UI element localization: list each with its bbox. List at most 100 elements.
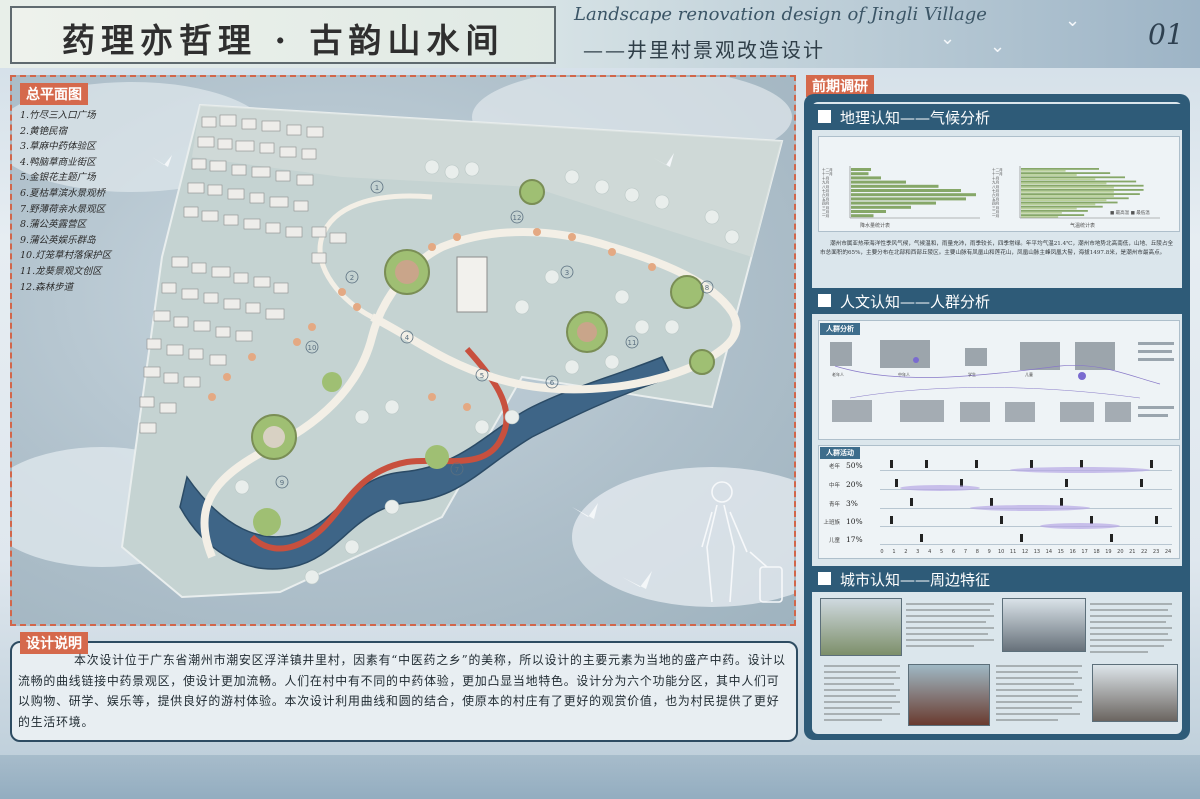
- precip-bar: [851, 214, 874, 218]
- legend-item: 9.蒲公英娱乐群岛: [20, 234, 96, 246]
- hour-tick: 13: [1034, 549, 1040, 555]
- group-percent: 17%: [846, 535, 863, 544]
- human-heading: 人文认知——人群分析: [812, 288, 1182, 314]
- zone-marker: 6: [550, 379, 555, 387]
- square-icon: [818, 572, 831, 585]
- city-heading: 城市认知——周边特征: [812, 566, 1182, 592]
- subtitle: ——井里村景观改造设计: [583, 38, 825, 62]
- legend-item: 11.龙葵景观文创区: [20, 265, 102, 277]
- hour-tick: 7: [964, 549, 967, 555]
- precip-bar: [851, 189, 961, 192]
- bird-icon: ⌄: [1065, 10, 1081, 31]
- group-label: 青年: [828, 502, 840, 508]
- english-title: Landscape renovation design of Jingli Vi…: [574, 4, 987, 25]
- zone-marker: 11: [628, 339, 637, 347]
- group-percent: 20%: [846, 480, 863, 489]
- legend-item: 10.灯笼草村落保护区: [20, 250, 112, 262]
- temp-high-bar: [1021, 176, 1125, 179]
- geo-heading-text: 地理认知——气候分析: [840, 109, 991, 127]
- temp-low-bar: [1021, 195, 1114, 197]
- zone-marker: 5: [480, 372, 484, 380]
- geo-text: 潮州市属亚热带海洋性季风气候，气候温和，雨量充沛，雨季较长，四季常绿。年平均气温…: [820, 241, 1174, 256]
- crowd-photos: 老年人 中年人 学生 儿童: [830, 340, 1174, 422]
- temp-high-bar: [1021, 189, 1144, 191]
- hour-tick: 2: [904, 549, 907, 555]
- temp-chart-legend: ■ 最高温 ■ 最低温: [1110, 209, 1150, 216]
- legend-item: 2.黄铯民宿: [20, 125, 68, 137]
- geo-heading: 地理认知——气候分析: [812, 104, 1182, 130]
- precip-chart-label: 降水量统计表: [860, 222, 890, 229]
- design-description-text: 本次设计位于广东省潮州市潮安区浮洋镇井里村，因素有“中医药之乡”的美称，所以设计…: [18, 653, 786, 729]
- photo-caption: 中年人: [898, 371, 910, 377]
- city-photo-stone: [820, 598, 902, 656]
- precipitation-bars: 十二月十一月十月九月八月七月六月五月四月三月二月一月: [822, 167, 976, 218]
- bird-icon: ⌄: [990, 36, 1006, 57]
- temp-low-bar: [1021, 190, 1114, 193]
- temp-high-bar: [1021, 205, 1103, 208]
- hour-tick: 0: [880, 549, 883, 555]
- temp-low-bar: [1021, 216, 1059, 218]
- zone-marker: 7: [455, 466, 459, 474]
- footer-band: [0, 755, 1200, 799]
- legend-item: 6.夏枯草滨水景观桥: [20, 187, 106, 199]
- temp-low-bar: [1021, 211, 1062, 214]
- zone-marker: 1: [375, 184, 379, 192]
- month-label: 一月: [822, 213, 829, 218]
- month-label: 一月: [992, 213, 999, 218]
- group-label: 上班族: [823, 520, 840, 526]
- plan-legend: 1.竹尽三入口广场 2.黄铯民宿 3.草麻中药体验区 4.鸭脑草商业街区 5.金…: [20, 108, 111, 295]
- city-heading-text: 城市认知——周边特征: [840, 571, 991, 589]
- photo-caption: 学生: [968, 371, 976, 377]
- group-percent: 50%: [846, 461, 863, 470]
- master-plan-drawing: 1 2 3 4 5 6 7 8 9 10 11 12: [12, 77, 794, 607]
- city-notes-1: [906, 603, 994, 647]
- zone-marker: 12: [513, 214, 522, 222]
- precip-bar: [851, 180, 906, 184]
- precip-bar: [851, 184, 939, 188]
- photo-caption: 老年人: [832, 371, 844, 377]
- zone-marker: 10: [308, 344, 317, 352]
- city-notes-4: [996, 665, 1082, 721]
- hour-axis: 0 1 2 3 4 5 6 7 8 9 10 11 12 13 14 15 16 17 18 19 20 21 22 23 24: [880, 549, 1171, 555]
- bird-icon: ⌄: [940, 28, 956, 49]
- group-percent: 3%: [846, 499, 858, 508]
- page-number: 01: [1148, 18, 1184, 51]
- hour-tick: 17: [1081, 549, 1087, 555]
- hour-tick: 23: [1153, 549, 1159, 555]
- precip-bar: [851, 176, 881, 180]
- temp-high-bar: [1021, 172, 1111, 174]
- city-photo-gate: [1092, 664, 1178, 722]
- legend-item: 4.鸭脑草商业街区: [20, 156, 96, 168]
- group-label: 中年: [828, 483, 840, 489]
- hour-tick: 8: [976, 549, 979, 555]
- temp-low-bar: [1021, 199, 1107, 202]
- legend-item: 5.金银花主题广场: [20, 172, 96, 184]
- legend-item: 7.野薄荷亲水景观区: [20, 203, 106, 215]
- hour-tick: 20: [1117, 549, 1123, 555]
- legend-item: 12.森林步道: [20, 281, 74, 293]
- hour-tick: 9: [988, 549, 991, 555]
- master-plan-panel: 1 2 3 4 5 6 7 8 9 10 11 12: [10, 75, 796, 626]
- zone-marker: 2: [350, 274, 354, 282]
- temp-high-bar: [1021, 193, 1140, 195]
- hour-tick: 16: [1069, 549, 1075, 555]
- zone-marker: 4: [405, 334, 410, 342]
- square-icon: [818, 294, 831, 307]
- hour-tick: 11: [1010, 549, 1016, 555]
- hour-tick: 22: [1141, 549, 1147, 555]
- temp-low-bar: [1021, 182, 1107, 185]
- group-percent: 10%: [846, 517, 863, 526]
- group-label: 老年: [828, 464, 840, 470]
- hour-tick: 15: [1058, 549, 1064, 555]
- crowd-tag: 人群分析: [820, 323, 860, 335]
- temp-high-bar: [1021, 168, 1099, 170]
- hour-tick: 1: [892, 549, 895, 555]
- temp-high-bar: [1021, 210, 1088, 212]
- legend-item: 3.草麻中药体验区: [20, 141, 96, 153]
- temp-low-bar: [1021, 178, 1096, 181]
- hour-tick: 3: [916, 549, 919, 555]
- temp-low-bar: [1021, 174, 1077, 176]
- precip-bar: [851, 201, 936, 205]
- photo-caption: 儿童: [1025, 371, 1033, 377]
- city-notes-2: [1090, 603, 1172, 653]
